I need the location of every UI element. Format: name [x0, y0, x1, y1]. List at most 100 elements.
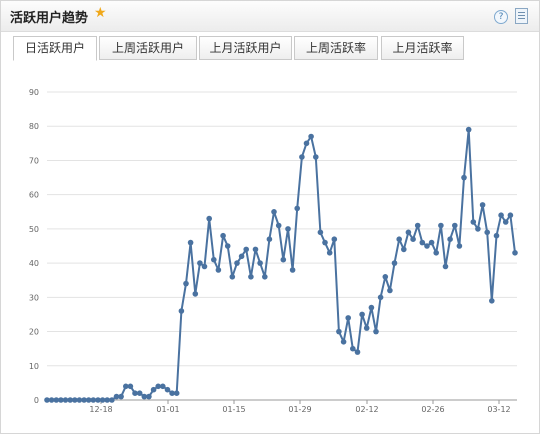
data-point: [382, 274, 389, 280]
data-point: [48, 397, 55, 403]
data-point: [456, 243, 463, 249]
data-point: [136, 390, 143, 397]
x-tick-label: 01-29: [288, 405, 311, 414]
y-tick-label: 40: [29, 259, 39, 268]
data-point: [313, 154, 319, 160]
data-point: [58, 397, 64, 403]
data-point: [438, 222, 444, 229]
active-users-panel: 活跃用户趋势 ★ ? 日活跃用户 上周活跃用户 上月活跃用户 上周活跃率 上月活…: [0, 0, 540, 434]
data-point: [391, 260, 398, 266]
data-point: [192, 291, 199, 297]
data-point: [512, 250, 518, 256]
y-tick-label: 60: [29, 191, 39, 200]
data-point: [146, 393, 152, 400]
data-point: [183, 280, 189, 287]
data-point: [396, 236, 403, 242]
x-tick-label: 01-15: [222, 405, 245, 414]
data-point: [336, 328, 342, 335]
data-point: [95, 397, 101, 403]
data-point: [271, 209, 277, 215]
tab-weekly-active-users[interactable]: 上周活跃用户: [99, 36, 197, 60]
data-point: [493, 232, 500, 239]
data-point: [475, 226, 481, 232]
data-point: [285, 226, 291, 232]
data-point: [53, 397, 60, 403]
data-point: [502, 219, 509, 225]
data-point: [224, 243, 231, 249]
data-point: [299, 154, 305, 160]
data-point: [141, 393, 148, 400]
data-point: [414, 222, 421, 229]
data-point: [424, 243, 430, 249]
data-point: [275, 222, 282, 229]
data-point: [405, 229, 412, 236]
data-point: [433, 250, 440, 256]
data-point: [368, 304, 375, 311]
data-point: [308, 133, 314, 140]
tab-weekly-active-rate[interactable]: 上周活跃率: [294, 36, 378, 60]
data-point: [266, 236, 273, 242]
data-point: [113, 393, 120, 400]
data-point: [104, 397, 110, 403]
panel-title: 活跃用户趋势: [10, 11, 89, 26]
data-point: [178, 308, 185, 314]
y-tick-label: 30: [29, 293, 39, 302]
star-icon[interactable]: ★: [94, 5, 107, 21]
x-tick-label: 12-18: [89, 405, 112, 414]
data-point: [123, 383, 129, 390]
y-tick-label: 0: [34, 396, 39, 405]
data-point: [155, 383, 161, 390]
data-point: [484, 229, 491, 236]
data-point: [294, 205, 301, 212]
series-line: [47, 128, 516, 401]
data-point: [173, 390, 180, 397]
tab-monthly-active-rate[interactable]: 上月活跃率: [381, 36, 464, 60]
data-point: [387, 287, 393, 294]
data-point: [470, 219, 477, 225]
help-icon[interactable]: ?: [494, 10, 508, 24]
data-point: [201, 263, 208, 270]
y-tick-label: 70: [29, 156, 39, 165]
data-point: [252, 246, 259, 253]
tab-daily-active-users[interactable]: 日活跃用户: [13, 36, 97, 61]
data-point: [197, 260, 203, 266]
data-point: [206, 215, 212, 222]
export-icon[interactable]: [515, 8, 528, 24]
data-point: [257, 260, 263, 266]
x-tick-label: 01-01: [156, 405, 179, 414]
data-point: [326, 250, 333, 256]
data-point: [479, 202, 486, 208]
data-point: [90, 397, 97, 403]
x-tick-label: 02-12: [355, 405, 378, 414]
data-point: [215, 267, 222, 273]
data-point: [363, 325, 370, 331]
data-point: [419, 239, 426, 246]
data-point: [340, 339, 347, 345]
y-tick-label: 90: [29, 88, 39, 97]
data-point: [109, 397, 115, 403]
data-point: [359, 311, 365, 318]
data-point: [81, 397, 87, 403]
y-tick-label: 20: [29, 328, 39, 337]
data-point: [44, 397, 50, 403]
x-tick-label: 03-12: [487, 405, 510, 414]
tab-monthly-active-users[interactable]: 上月活跃用户: [199, 36, 292, 60]
data-point: [322, 239, 328, 246]
data-point: [164, 386, 171, 393]
data-point: [132, 390, 138, 397]
data-point: [67, 397, 73, 403]
data-point: [452, 222, 458, 229]
data-point: [72, 397, 78, 403]
data-point: [377, 294, 384, 301]
data-point: [350, 345, 356, 352]
data-point: [187, 239, 194, 246]
y-tick-label: 80: [29, 122, 39, 131]
data-point: [238, 253, 245, 260]
data-point: [280, 256, 287, 263]
data-point: [160, 383, 166, 390]
data-point: [76, 397, 83, 403]
data-point: [118, 393, 124, 400]
data-point: [331, 236, 338, 242]
data-point: [410, 236, 416, 242]
data-point: [354, 349, 361, 355]
